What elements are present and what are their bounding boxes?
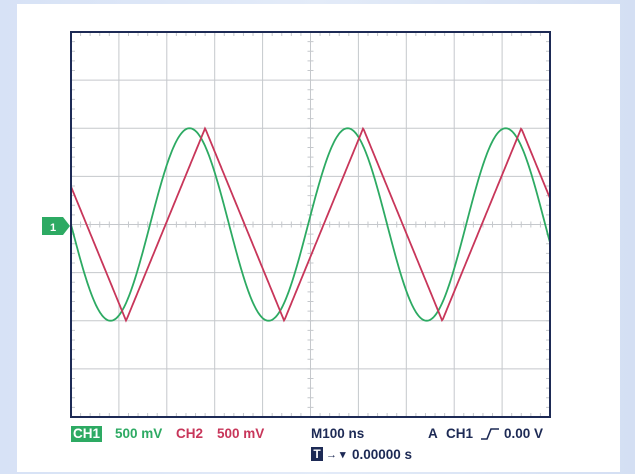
rising-edge-icon xyxy=(480,426,500,445)
ch1-channel-label[interactable]: CH1 xyxy=(71,426,103,442)
trigger-level: 0.00 V xyxy=(504,426,544,441)
trigger-position: 0.00000 s xyxy=(352,447,413,462)
oscilloscope-screen: 1 xyxy=(42,31,551,418)
ch1-scale: 500 mV xyxy=(115,426,163,441)
timebase-readout: M100 ns xyxy=(311,426,365,441)
ch2-scale: 500 mV xyxy=(217,426,265,441)
status-bar-top: CH1 500 mV CH2 500 mV M100 ns A CH1 0.00… xyxy=(0,426,635,446)
trigger-mode: A xyxy=(428,426,438,441)
trigger-t-icon: T xyxy=(311,447,323,461)
trigger-source: CH1 xyxy=(446,426,474,441)
ch1-marker-label: 1 xyxy=(50,222,56,234)
status-bar-bottom: T → ▾ 0.00000 s xyxy=(0,447,635,467)
ch1-ground-marker[interactable]: 1 xyxy=(42,217,70,235)
trigger-arrow: → ▾ xyxy=(326,449,346,461)
ch2-channel-label[interactable]: CH2 xyxy=(176,426,203,441)
